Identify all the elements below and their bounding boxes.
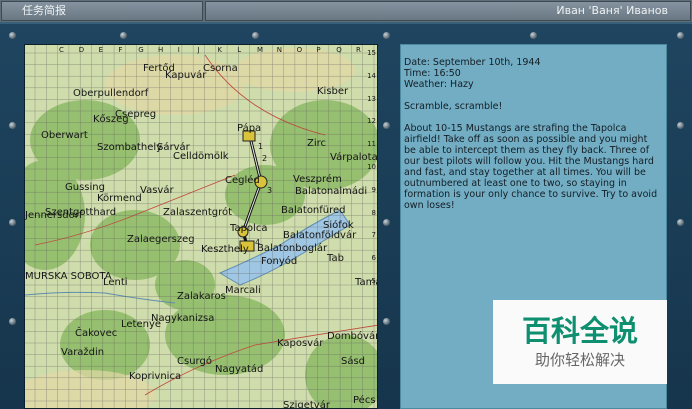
- map-town-label: Csepreg: [115, 109, 157, 120]
- map-town-label: Fonyód: [261, 256, 298, 267]
- map-town-label: Csorna: [203, 63, 238, 74]
- grid-row-label: 15: [367, 49, 376, 57]
- mission-date: Date: September 10th, 1944: [404, 57, 541, 68]
- rivet-icon: [383, 32, 390, 39]
- waypoint-label: 1: [258, 142, 264, 151]
- grid-row-label: 11: [367, 140, 376, 149]
- map-town-label: Várpalota: [330, 152, 378, 163]
- rivet-icon: [677, 219, 684, 226]
- map-town-label: Varaždin: [61, 347, 105, 358]
- waypoint-label: 2: [262, 154, 268, 163]
- rivet-icon: [9, 219, 16, 226]
- grid-row-label: 14: [367, 71, 376, 80]
- map-town-label: Körmend: [97, 193, 142, 204]
- map-town-label: Szigetvár: [283, 400, 330, 409]
- map-town-label: Celldömölk: [173, 151, 229, 162]
- map-town-label: Dombóvár: [327, 331, 378, 342]
- grid-row-label: 9: [371, 185, 376, 194]
- map-town-label: Zalakaros: [177, 291, 226, 302]
- rivet-icon: [120, 32, 127, 39]
- grid-column-label: C: [59, 46, 64, 54]
- rivet-icon: [383, 318, 390, 325]
- grid-row-label: 12: [367, 117, 376, 126]
- grid-column-label: Q: [336, 46, 342, 54]
- rivet-icon: [252, 32, 259, 39]
- grid-column-label: K: [217, 46, 222, 54]
- map-town-label: Zirc: [307, 138, 327, 149]
- map-town-label: Pápa: [237, 123, 262, 134]
- pilot-name: Иван 'Ваня' Иванов: [205, 1, 691, 21]
- map-town-label: Pécs: [353, 395, 376, 406]
- map-town-label: Zalaegerszeg: [127, 234, 195, 245]
- rivet-icon: [9, 122, 16, 129]
- map-town-label: Veszprém: [293, 174, 342, 185]
- grid-column-label: I: [177, 46, 180, 54]
- map-town-label: Sásd: [341, 356, 366, 367]
- map-town-label: Balatonalmádi: [295, 186, 368, 197]
- watermark-subtitle: 助你轻松解决: [534, 351, 625, 369]
- grid-column-label: N: [276, 46, 283, 54]
- grid-column-label: J: [197, 46, 200, 54]
- map-town-label: Tamási: [355, 277, 377, 288]
- map-town-label: Kaposvár: [277, 338, 324, 349]
- map-town-label: Tab: [327, 253, 344, 264]
- mission-map[interactable]: CDEFGHIJKLMNOPQR 15 14 13 12 11 10 9 8 7 6 5 1234 …: [24, 44, 378, 409]
- map-town-label: Szombathely: [97, 142, 163, 153]
- map-town-label: Csurgó: [177, 356, 212, 367]
- grid-row-label: 7: [371, 231, 376, 240]
- map-town-label: Koprivnica: [129, 371, 182, 382]
- grid-row-label: 8: [371, 208, 376, 217]
- rivet-icon: [677, 32, 684, 39]
- grid-column-label: P: [316, 46, 321, 54]
- grid-column-label: H: [158, 46, 164, 54]
- rivet-icon: [9, 32, 16, 39]
- mission-headline: Scramble, scramble!: [404, 101, 503, 112]
- map-town-label: Letenye: [121, 319, 162, 330]
- grid-column-label: F: [118, 46, 123, 54]
- grid-column-label: O: [296, 46, 303, 54]
- rivet-icon: [383, 122, 390, 129]
- window-title-bar: 任务简报 Иван 'Ваня' Иванов: [0, 0, 692, 22]
- map-town-label: Kapuvár: [165, 70, 207, 81]
- map-town-label: Nagyatád: [215, 364, 264, 375]
- rivet-icon: [383, 219, 390, 226]
- map-town-label: Cegléd: [225, 175, 260, 186]
- screen-title: 任务简报: [1, 1, 203, 21]
- map-town-label: Jennersdorf: [25, 210, 83, 221]
- map-town-label: Čakovec: [75, 328, 118, 339]
- grid-column-label: L: [237, 46, 242, 54]
- map-town-label: Lenti: [103, 277, 128, 288]
- rivet-icon: [677, 122, 684, 129]
- rivet-icon: [530, 32, 537, 39]
- grid-column-label: E: [98, 46, 104, 54]
- grid-column-label: M: [257, 46, 264, 54]
- map-town-label: Oberpullendorf: [73, 88, 149, 99]
- map-town-label: Balatonföldvár: [283, 230, 357, 241]
- grid-row-label: 6: [371, 254, 376, 263]
- map-town-label: Vasvár: [140, 185, 174, 196]
- grid-column-label: G: [138, 46, 144, 54]
- map-town-label: Keszthely: [201, 244, 249, 255]
- rivet-icon: [9, 318, 16, 325]
- mission-description: About 10-15 Mustangs are strafing the Ta…: [404, 123, 658, 211]
- watermark-title: 百科全说: [521, 314, 638, 348]
- grid-column-label: D: [78, 46, 85, 54]
- map-town-label: Marcali: [225, 285, 261, 296]
- map-town-label: Oberwart: [41, 130, 88, 141]
- grid-column-label: R: [356, 46, 361, 54]
- grid-row-label: 10: [367, 163, 376, 171]
- map-town-label: Balatonboglár: [257, 243, 328, 254]
- grid-row-label: 13: [367, 94, 376, 103]
- waypoint-label: 3: [267, 186, 273, 195]
- watermark-logo: 百科全说 助你轻松解决: [493, 300, 667, 384]
- map-town-label: Kisber: [317, 86, 349, 97]
- map-town-label: MURSKA SOBOTA: [25, 271, 112, 282]
- map-town-label: Balatonfüred: [281, 205, 346, 216]
- mission-time: Time: 16:50: [404, 68, 461, 79]
- mission-weather: Weather: Hazy: [404, 79, 474, 90]
- map-town-label: Tapolca: [230, 223, 268, 234]
- map-town-label: Zalaszentgrót: [163, 207, 233, 218]
- map-town-label: Gussing: [65, 182, 105, 193]
